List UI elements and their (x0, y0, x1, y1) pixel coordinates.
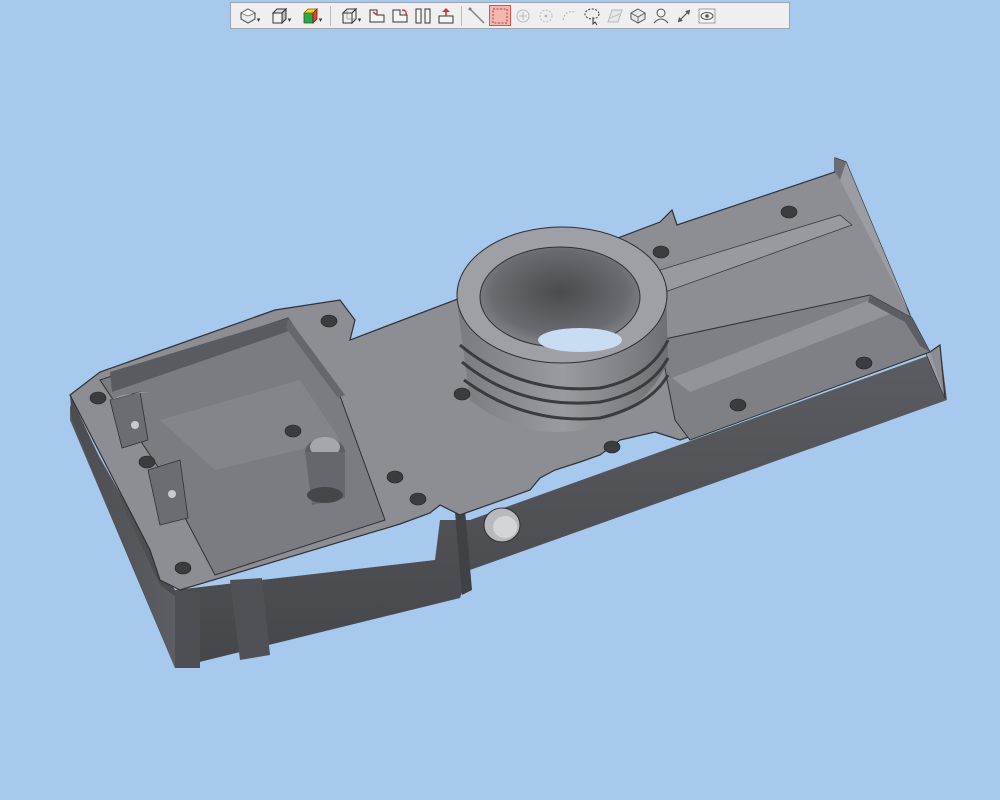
select-vertex-icon (539, 9, 553, 22)
lasso-select-icon (584, 8, 600, 25)
view-cube-icon (341, 7, 357, 24)
pan-arrows-icon (677, 9, 691, 22)
split-view-icon (415, 8, 431, 23)
dropdown-caret-icon: ▾ (287, 16, 292, 24)
select-vertex-button[interactable] (535, 5, 557, 26)
display-style-button[interactable]: ▾ (265, 5, 295, 26)
split-view-button[interactable] (412, 5, 434, 26)
lasso-select-button[interactable] (581, 5, 603, 26)
toolbar-separator (461, 5, 462, 26)
rotate-section-button[interactable] (389, 5, 411, 26)
appearance-button[interactable]: ▾ (296, 5, 326, 26)
select-box-icon (492, 8, 508, 23)
explode-view-button[interactable] (435, 5, 457, 26)
view-toolbar: ▾ ▾ ▾ ▾ (230, 2, 790, 29)
section-view-icon (369, 9, 385, 22)
3d-viewport[interactable]: ▾ ▾ ▾ ▾ (0, 0, 1000, 800)
select-point-icon (516, 9, 530, 22)
select-component-icon (653, 8, 669, 23)
explode-view-icon (438, 7, 454, 23)
pan-arrows-button[interactable] (673, 5, 695, 26)
measure-line-button[interactable] (466, 5, 488, 26)
dropdown-caret-icon: ▾ (357, 16, 362, 24)
rotate-section-icon (392, 8, 408, 22)
visibility-eye-icon (698, 8, 716, 23)
appearance-color-cube-icon (302, 7, 318, 24)
section-view-button[interactable] (366, 5, 388, 26)
select-face-button[interactable] (604, 5, 626, 26)
display-style-box-icon (271, 7, 287, 24)
select-face-icon (607, 9, 623, 22)
measure-line-icon (468, 7, 485, 23)
select-point-button[interactable] (512, 5, 534, 26)
view-orientation-icon (240, 7, 256, 24)
view-cube-button[interactable]: ▾ (335, 5, 365, 26)
select-component-button[interactable] (650, 5, 672, 26)
view-orientation-button[interactable]: ▾ (234, 5, 264, 26)
select-edge-icon (562, 10, 576, 20)
dropdown-caret-icon: ▾ (256, 16, 261, 24)
select-body-icon (630, 7, 646, 24)
dropdown-caret-icon: ▾ (318, 16, 323, 24)
housing-part-model[interactable] (0, 0, 1000, 800)
select-edge-button[interactable] (558, 5, 580, 26)
select-box-button[interactable] (489, 5, 511, 26)
visibility-eye-button[interactable] (696, 5, 718, 26)
select-body-button[interactable] (627, 5, 649, 26)
toolbar-separator (330, 5, 331, 26)
